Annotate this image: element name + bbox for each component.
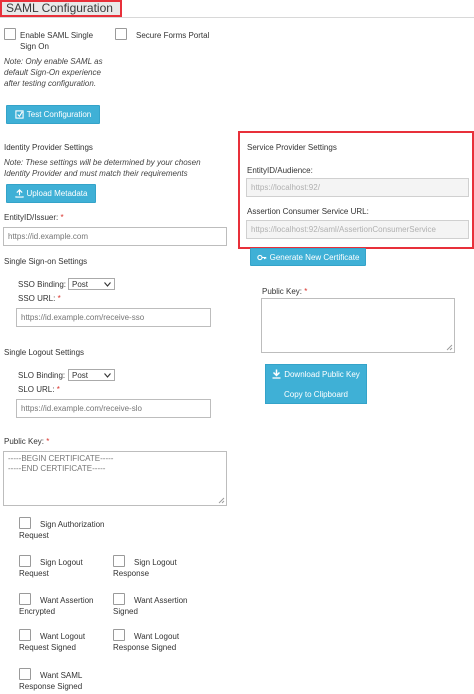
- resize-grip-icon[interactable]: [218, 497, 225, 504]
- download-public-key-button[interactable]: Download Public Key: [265, 364, 367, 384]
- slo-url-input[interactable]: [16, 399, 211, 418]
- saml-note: Note: Only enable SAML as default Sign-O…: [4, 57, 103, 88]
- title-divider: [0, 17, 474, 18]
- sso-heading: Single Sign-on Settings: [4, 257, 88, 266]
- test-icon: [15, 110, 24, 119]
- sign-auth-request-label: Sign Authorization Request: [19, 520, 105, 540]
- test-configuration-label: Test Configuration: [26, 110, 92, 119]
- chevron-down-icon: [104, 372, 111, 378]
- sso-binding-select[interactable]: Post: [68, 278, 115, 290]
- chevron-down-icon: [104, 281, 111, 287]
- sign-logout-response-label: Sign Logout Response: [113, 558, 177, 578]
- sp-heading: Service Provider Settings: [247, 143, 337, 152]
- sp-public-key-textarea[interactable]: [261, 298, 455, 353]
- sp-acs-label: Assertion Consumer Service URL:: [247, 207, 369, 216]
- want-logout-response-signed-label: Want Logout Response Signed: [113, 632, 180, 652]
- page-title: SAML Configuration: [6, 1, 113, 15]
- idp-entity-label: EntityID/Issuer: *: [4, 213, 64, 222]
- want-saml-response-signed-label: Want SAML Response Signed: [19, 671, 83, 691]
- generate-certificate-button[interactable]: Generate New Certificate: [250, 248, 366, 266]
- upload-metadata-button[interactable]: Upload Metadata: [6, 184, 96, 203]
- copy-to-clipboard-button[interactable]: Copy to Clipboard: [265, 384, 367, 404]
- generate-certificate-label: Generate New Certificate: [269, 252, 360, 262]
- sign-logout-request-label: Sign Logout Request: [19, 558, 83, 578]
- slo-heading: Single Logout Settings: [4, 348, 85, 357]
- idp-heading: Identity Provider Settings: [4, 143, 93, 152]
- enable-saml-checkbox[interactable]: [4, 28, 16, 40]
- want-assertion-encrypted-label: Want Assertion Encrypted: [19, 596, 94, 616]
- copy-to-clipboard-label: Copy to Clipboard: [283, 389, 349, 399]
- upload-icon: [14, 189, 24, 198]
- sp-entity-input: [246, 178, 469, 197]
- sso-binding-value: Post: [72, 279, 89, 289]
- enable-saml-label: Enable SAML Single Sign On: [20, 31, 94, 51]
- resize-grip-icon[interactable]: [446, 344, 453, 351]
- sp-public-key-label: Public Key: *: [262, 287, 308, 296]
- slo-binding-label: SLO Binding:: [18, 371, 66, 380]
- sso-url-label: SSO URL: *: [18, 294, 61, 303]
- secure-forms-checkbox[interactable]: [115, 28, 127, 40]
- sp-entity-label: EntityID/Audience:: [247, 166, 313, 175]
- want-assertion-signed-label: Want Assertion Signed: [113, 596, 188, 616]
- sso-binding-label: SSO Binding:: [18, 280, 67, 289]
- idp-public-key-label: Public Key: *: [4, 437, 50, 446]
- sp-acs-input: [246, 220, 469, 239]
- want-logout-request-signed-label: Want Logout Request Signed: [19, 632, 86, 652]
- idp-entity-input[interactable]: [3, 227, 227, 246]
- idp-public-key-textarea[interactable]: -----BEGIN CERTIFICATE----- -----END CER…: [3, 451, 227, 506]
- slo-binding-select[interactable]: Post: [68, 369, 115, 381]
- sso-url-input[interactable]: [16, 308, 211, 327]
- secure-forms-label: Secure Forms Portal: [136, 31, 210, 40]
- slo-binding-value: Post: [72, 370, 89, 380]
- idp-note: Note: These settings will be determined …: [4, 158, 201, 178]
- test-configuration-button[interactable]: Test Configuration: [6, 105, 100, 124]
- download-icon: [272, 369, 281, 379]
- key-icon: [256, 254, 266, 260]
- slo-url-label: SLO URL: *: [18, 385, 60, 394]
- upload-metadata-label: Upload Metadata: [26, 189, 88, 198]
- download-public-key-label: Download Public Key: [284, 369, 360, 379]
